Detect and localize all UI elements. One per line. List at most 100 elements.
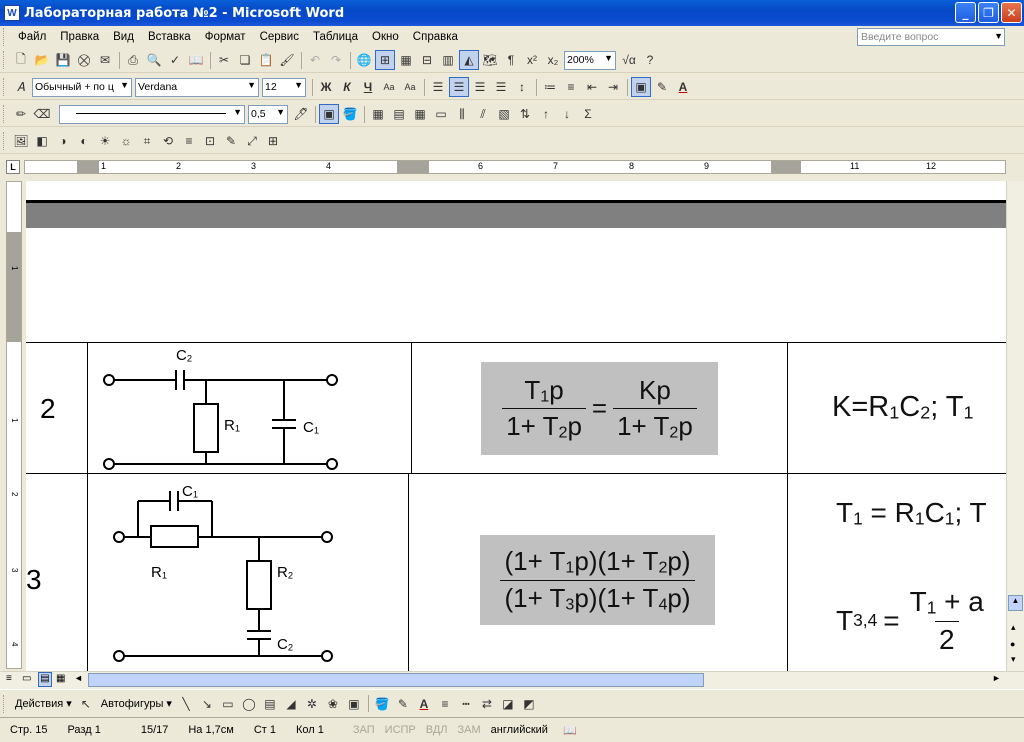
menu-format[interactable]: Формат (198, 31, 253, 43)
split-cells-icon[interactable]: ▦ (410, 104, 430, 124)
document-area[interactable]: 2 C2 R1 C1 T1p 1+ T2p = Kp 1+ T2p K=R1C2… (26, 181, 1006, 671)
research-icon[interactable]: 📖 (186, 50, 206, 70)
line-style-2-icon[interactable]: ≡ (435, 694, 455, 714)
transfer-function-row3[interactable]: (1+ T1p)(1+ T2p) (1+ T3p)(1+ T4p) (480, 535, 715, 625)
web-view-icon[interactable]: ▭ (22, 673, 31, 684)
undo-icon[interactable]: ↶ (305, 50, 325, 70)
font-scale-icon[interactable]: Aa (400, 77, 420, 97)
cut-icon[interactable]: ✂ (214, 50, 234, 70)
arrow-style-icon[interactable]: ⇄ (477, 694, 497, 714)
font-color-icon[interactable]: A (673, 77, 693, 97)
format-picture-icon[interactable]: ✎ (221, 131, 241, 151)
line-icon[interactable]: ╲ (176, 694, 196, 714)
menu-help[interactable]: Справка (406, 31, 465, 43)
word-app-icon[interactable]: W (4, 5, 20, 21)
align-right-icon[interactable]: ☰ (470, 77, 490, 97)
contrast-down-icon[interactable]: ◐ (74, 131, 94, 151)
equation-icon[interactable]: √α (619, 50, 639, 70)
vertical-scrollbar[interactable]: ▲ ▴ ● ▾ (1006, 181, 1024, 671)
numbering-icon[interactable]: ≔ (540, 77, 560, 97)
scroll-up-icon[interactable]: ▲ (1008, 595, 1023, 611)
subscript-icon[interactable]: x₂ (543, 50, 563, 70)
superscript-icon[interactable]: x² (522, 50, 542, 70)
increase-indent-icon[interactable]: ⇥ (603, 77, 623, 97)
select-objects-icon[interactable]: ↖ (76, 694, 96, 714)
dash-style-icon[interactable]: ┅ (456, 694, 476, 714)
browse-object-icon[interactable]: ● (1010, 639, 1015, 649)
arrow-icon[interactable]: ↘ (197, 694, 217, 714)
rotate-icon[interactable]: ⟲ (158, 131, 178, 151)
line-style-select[interactable]: ▼ (59, 104, 245, 124)
color-icon[interactable]: ◧ (32, 131, 52, 151)
rectangle-icon[interactable]: ▭ (218, 694, 238, 714)
align-center-icon[interactable]: ☰ (449, 77, 469, 97)
next-page-icon[interactable]: ▾ (1011, 654, 1016, 665)
hyperlink-icon[interactable]: 🌐 (354, 50, 374, 70)
tables-borders-icon[interactable]: ⊞ (375, 50, 395, 70)
actions-menu[interactable]: Действия ▾ (11, 697, 76, 710)
tab-selector[interactable]: L (6, 160, 20, 174)
italic-icon[interactable]: К (337, 77, 357, 97)
autoshapes-menu[interactable]: Автофигуры ▾ (97, 697, 176, 710)
open-icon[interactable]: 📂 (32, 50, 52, 70)
ask-dropdown-icon[interactable]: ▼ (994, 31, 1003, 41)
sort-desc-icon[interactable]: ↓ (557, 104, 577, 124)
line-weight-select[interactable]: 0,5 ▼ (248, 104, 288, 124)
spelling-status-icon[interactable]: 📖 (553, 724, 587, 737)
diagram-icon[interactable]: ✲ (302, 694, 322, 714)
scroll-left-icon[interactable]: ◄ (74, 673, 83, 683)
toolbar-grip-4[interactable] (3, 132, 7, 150)
menu-tools[interactable]: Сервис (253, 31, 306, 43)
horizontal-scroll-thumb[interactable] (88, 673, 704, 687)
align-cell-icon[interactable]: ▭ (431, 104, 451, 124)
copy-icon[interactable]: ❏ (235, 50, 255, 70)
zoom-select[interactable]: 200% ▼ (564, 50, 616, 70)
align-left-icon[interactable]: ☰ (428, 77, 448, 97)
border-color-icon[interactable]: 🖊 (291, 104, 311, 124)
toolbar-grip-3[interactable] (3, 105, 7, 123)
line-color-icon[interactable]: ✎ (393, 694, 413, 714)
horizontal-ruler[interactable]: L 1 2 3 4 6 7 8 9 11 12 (0, 157, 1024, 177)
underline-icon[interactable]: Ч (358, 77, 378, 97)
transparent-color-icon[interactable]: ⤢ (242, 131, 262, 151)
minimize-button[interactable]: _ (955, 2, 976, 23)
change-case-icon[interactable]: Aa (379, 77, 399, 97)
shading-color-icon[interactable]: 🪣 (340, 104, 360, 124)
brightness-down-icon[interactable]: ☼ (116, 131, 136, 151)
styles-icon[interactable]: 𝐴 (11, 77, 31, 97)
status-ovr[interactable]: ЗАМ (453, 724, 486, 736)
restore-button[interactable]: ❐ (978, 2, 999, 23)
insert-picture-icon[interactable]: 🖼 (11, 131, 31, 151)
justify-icon[interactable]: ☰ (491, 77, 511, 97)
redo-icon[interactable]: ↷ (326, 50, 346, 70)
drawing-font-color-icon[interactable]: A (414, 694, 434, 714)
email-icon[interactable]: ✉ (95, 50, 115, 70)
menu-window[interactable]: Окно (365, 31, 406, 43)
eraser-icon[interactable]: ⌫ (32, 104, 52, 124)
help-icon[interactable]: ? (640, 50, 660, 70)
transfer-function-row2[interactable]: T1p 1+ T2p = Kp 1+ T2p (481, 362, 718, 455)
outside-border-icon[interactable]: ▣ (319, 104, 339, 124)
sort-asc-icon[interactable]: ↑ (536, 104, 556, 124)
outline-view-icon[interactable]: ▦ (56, 673, 65, 684)
show-hide-icon[interactable]: ¶ (501, 50, 521, 70)
line-spacing-icon[interactable]: ↕ (512, 77, 532, 97)
borders-icon[interactable]: ▣ (631, 77, 651, 97)
insert-excel-icon[interactable]: ⊟ (417, 50, 437, 70)
prev-page-icon[interactable]: ▴ (1011, 622, 1016, 633)
menu-grip[interactable] (3, 28, 7, 46)
print-view-icon[interactable]: ▤ (38, 672, 52, 687)
menu-file[interactable]: Файл (11, 31, 53, 43)
autoformat-icon[interactable]: ▧ (494, 104, 514, 124)
decrease-indent-icon[interactable]: ⇤ (582, 77, 602, 97)
distribute-columns-icon[interactable]: ⫽ (473, 104, 493, 124)
oval-icon[interactable]: ◯ (239, 694, 259, 714)
status-rec[interactable]: ЗАП (348, 724, 380, 736)
spelling-icon[interactable]: ✓ (165, 50, 185, 70)
distribute-rows-icon[interactable]: ⫼ (452, 104, 472, 124)
shadow-icon[interactable]: ◪ (498, 694, 518, 714)
line-style-icon[interactable]: ≡ (179, 131, 199, 151)
columns-icon[interactable]: ▥ (438, 50, 458, 70)
print-icon[interactable]: ⎙ (123, 50, 143, 70)
permission-icon[interactable]: ⛒ (74, 50, 94, 70)
